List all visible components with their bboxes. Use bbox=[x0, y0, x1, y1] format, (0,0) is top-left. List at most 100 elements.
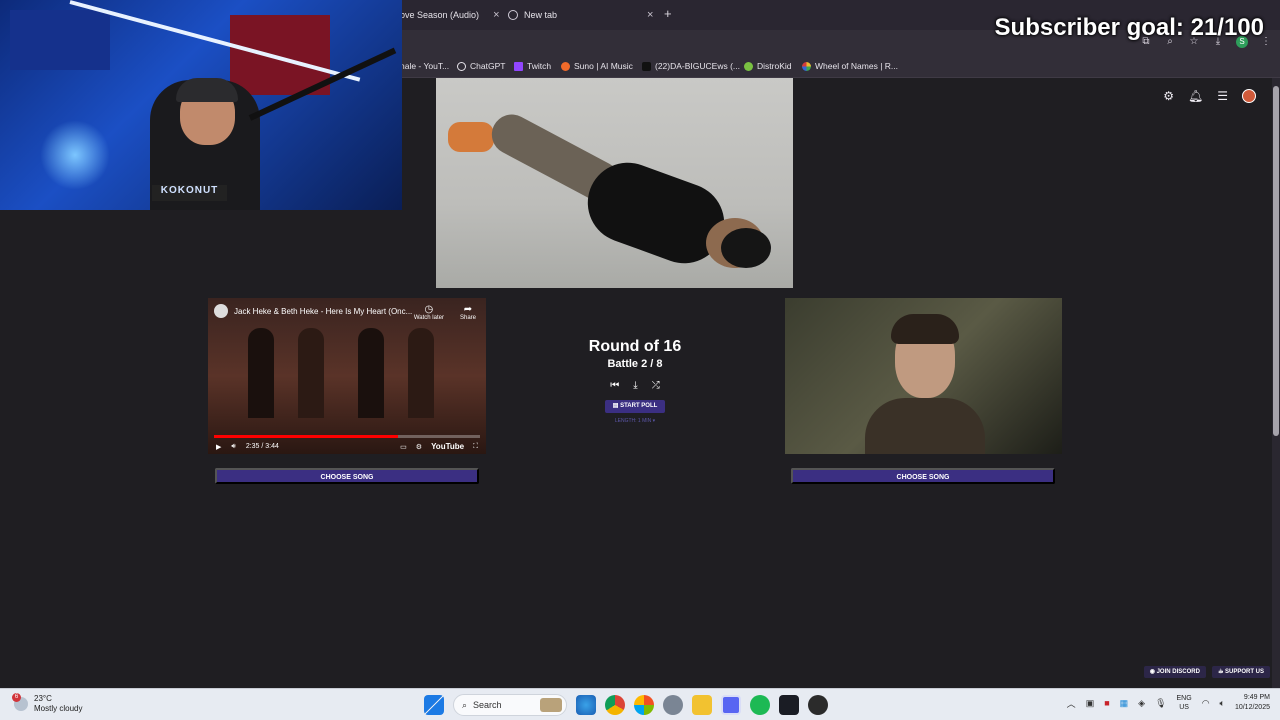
lamp-glow bbox=[40, 120, 110, 190]
join-discord-button[interactable]: ◉ JOIN DISCORD bbox=[1143, 666, 1206, 678]
suno-icon bbox=[561, 61, 570, 71]
settings-gear-icon[interactable] bbox=[663, 695, 683, 715]
footer-links: ◉ JOIN DISCORD ☕︎ SUPPORT US bbox=[1143, 666, 1270, 678]
support-us-button[interactable]: ☕︎ SUPPORT US bbox=[1211, 666, 1270, 678]
search-highlight-icon bbox=[540, 698, 562, 712]
round-title: Round of 16 bbox=[588, 338, 682, 355]
edge-icon[interactable] bbox=[576, 695, 596, 715]
video-title[interactable]: Jack Heke & Beth Heke - Here Is My Heart… bbox=[234, 307, 412, 316]
discord-icon: ◉ bbox=[1149, 669, 1157, 675]
video-progress-fill bbox=[214, 435, 398, 438]
crowd-figure bbox=[248, 328, 274, 418]
bookmark-youtube[interactable]: nale - YouT... bbox=[400, 61, 449, 71]
bookmark-label: ChatGPT bbox=[470, 61, 506, 71]
channel-avatar[interactable] bbox=[214, 304, 228, 318]
choose-song-right-button[interactable]: CHOOSE SONG bbox=[791, 468, 1055, 484]
twitch-icon bbox=[514, 61, 523, 71]
bookmark-twitch[interactable]: Twitch bbox=[514, 61, 551, 71]
cloud-icon: 6 bbox=[12, 693, 28, 711]
video-time: 2:35 / 3:44 bbox=[245, 443, 279, 450]
video-person-hair bbox=[891, 314, 959, 344]
volume-icon[interactable]: 🔈︎ bbox=[1220, 698, 1225, 709]
tab-new-tab[interactable]: New tab × bbox=[508, 4, 658, 26]
tiktok-icon bbox=[642, 61, 651, 71]
weather-text: 23°C Mostly cloudy bbox=[34, 694, 82, 714]
play-icon[interactable]: ▶ bbox=[216, 443, 221, 451]
obs-icon[interactable] bbox=[808, 695, 828, 715]
scrollbar-thumb[interactable] bbox=[1273, 86, 1279, 436]
language-indicator[interactable]: ENG US bbox=[1177, 694, 1192, 712]
chrome-icon[interactable] bbox=[605, 695, 625, 715]
taskbar-search[interactable]: ⌕ Search bbox=[453, 694, 567, 716]
bookmark-tiktok[interactable]: (22)DA-BIGUCEws (... bbox=[642, 61, 740, 71]
wifi-icon[interactable]: ◠ bbox=[1202, 698, 1210, 709]
avatar[interactable] bbox=[1242, 89, 1256, 103]
copilot-icon[interactable] bbox=[634, 695, 654, 715]
clock-date: 10/12/2025 bbox=[1234, 704, 1270, 711]
youtube-logo[interactable]: YouTube bbox=[431, 442, 464, 451]
right-song-video[interactable] bbox=[785, 298, 1062, 454]
subscriber-goal: Subscriber goal: 21/100 bbox=[994, 14, 1264, 41]
tab-label: ove Season (Audio) bbox=[400, 10, 480, 20]
close-icon[interactable]: × bbox=[647, 9, 653, 21]
close-icon[interactable]: × bbox=[493, 9, 499, 21]
bell-icon[interactable]: 🔔︎ bbox=[1188, 89, 1203, 103]
previous-icon[interactable]: ⏮ bbox=[610, 380, 619, 391]
overlay-video bbox=[436, 78, 793, 288]
battle-counter: Battle 2 / 8 bbox=[607, 358, 663, 370]
tray-app-icon[interactable]: ■ bbox=[1104, 698, 1109, 708]
bookmark-wheel-of-names[interactable]: Wheel of Names | R... bbox=[802, 61, 898, 71]
start-poll-button[interactable]: ▤ START POLL bbox=[604, 400, 666, 413]
bookmark-label: (22)DA-BIGUCEws (... bbox=[655, 61, 741, 71]
poll-icon: ▤ bbox=[612, 403, 621, 409]
fullscreen-icon[interactable]: ⛶ bbox=[473, 443, 478, 451]
hamburger-menu-icon[interactable]: ☰ bbox=[1217, 89, 1228, 103]
choose-song-left-button[interactable]: CHOOSE SONG bbox=[215, 468, 479, 484]
taskbar-clock[interactable]: 9:49 PM 10/12/2025 bbox=[1235, 693, 1270, 713]
bookmark-label: nale - YouT... bbox=[400, 61, 450, 71]
captions-icon[interactable]: ▭ bbox=[400, 443, 407, 451]
share-button[interactable]: ➦ Share bbox=[460, 304, 476, 321]
poll-length-select[interactable]: LENGTH: 1 MIN ▾ bbox=[560, 418, 710, 424]
crowd-figure bbox=[298, 328, 324, 418]
settings-icon[interactable]: ⚙ bbox=[416, 443, 422, 451]
video-progress-bar[interactable] bbox=[214, 435, 480, 438]
left-song-video[interactable]: Jack Heke & Beth Heke - Here Is My Heart… bbox=[208, 298, 486, 454]
globe-icon bbox=[508, 10, 518, 20]
bookmark-chatgpt[interactable]: ChatGPT bbox=[457, 61, 505, 71]
share-label: Share bbox=[459, 315, 476, 321]
share-icon: ➦ bbox=[463, 304, 473, 315]
spotify-icon[interactable] bbox=[750, 695, 770, 715]
battle-controls: ⏮ ⤓ ⤮ bbox=[560, 380, 710, 391]
windows-start-icon[interactable] bbox=[424, 695, 444, 715]
discord-icon[interactable] bbox=[721, 695, 741, 715]
mic-icon[interactable]: 🎙︎ bbox=[1155, 698, 1166, 709]
weather-widget[interactable]: 6 23°C Mostly cloudy bbox=[12, 693, 82, 714]
bookmark-label: Suno | AI Music bbox=[574, 61, 633, 71]
distrokid-icon bbox=[744, 61, 753, 71]
bookmark-distrokid[interactable]: DistroKid bbox=[744, 61, 791, 71]
gear-icon[interactable]: ⚙ bbox=[1163, 89, 1174, 103]
bookmark-suno[interactable]: Suno | AI Music bbox=[561, 61, 633, 71]
webcam-feed: KOKONUT bbox=[0, 0, 402, 210]
file-explorer-icon[interactable] bbox=[692, 695, 712, 715]
new-tab-button[interactable]: + bbox=[664, 6, 672, 21]
volume-icon[interactable]: 🔊︎ bbox=[231, 443, 235, 451]
streamer-cap bbox=[176, 78, 238, 102]
app-icon[interactable] bbox=[779, 695, 799, 715]
battle-info: Round of 16 Battle 2 / 8 ⏮ ⤓ ⤮ ▤ START P… bbox=[560, 338, 710, 424]
shirt-logo: KOKONUT bbox=[152, 185, 227, 201]
weather-desc: Mostly cloudy bbox=[34, 704, 83, 713]
watch-later-button[interactable]: ◷ Watch later bbox=[414, 304, 444, 321]
shuffle-icon[interactable]: ⤮ bbox=[652, 380, 660, 391]
tray-app-icon[interactable]: ◈ bbox=[1138, 698, 1145, 709]
tray-app-icon[interactable]: ▣ bbox=[1086, 698, 1095, 709]
bookmark-label: Wheel of Names | R... bbox=[815, 61, 898, 71]
tab-audio[interactable]: ove Season (Audio) × bbox=[400, 4, 500, 26]
chevron-up-icon[interactable]: ︿ bbox=[1067, 697, 1076, 710]
lang-code: ENG bbox=[1176, 695, 1192, 702]
video-cap bbox=[721, 228, 771, 268]
tray-app-icon[interactable]: ▦ bbox=[1120, 698, 1129, 709]
download-icon[interactable]: ⤓ bbox=[633, 380, 637, 391]
crowd-figure bbox=[358, 328, 384, 418]
